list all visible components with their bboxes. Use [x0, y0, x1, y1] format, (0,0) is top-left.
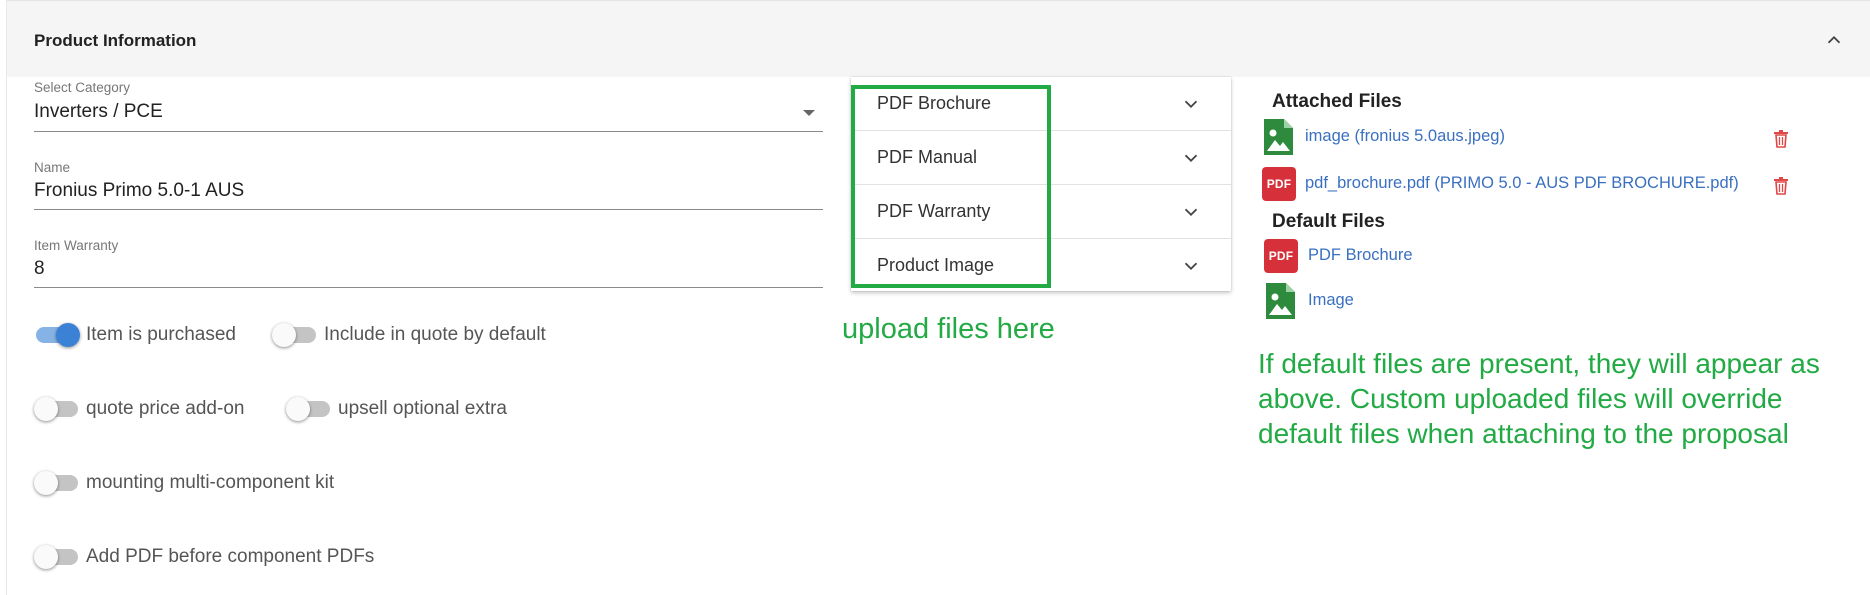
- left-border: [6, 0, 7, 595]
- image-file-icon: [1266, 283, 1295, 319]
- attached-file-link[interactable]: image (fronius 5.0aus.jpeg): [1305, 127, 1505, 146]
- item-warranty-label: Item Warranty: [34, 238, 119, 253]
- chevron-down-icon[interactable]: [1180, 93, 1202, 115]
- image-file-icon: [1264, 119, 1293, 155]
- chevron-down-icon[interactable]: [1180, 201, 1202, 223]
- attached-file-link[interactable]: pdf_brochure.pdf (PRIMO 5.0 - AUS PDF BR…: [1305, 174, 1739, 193]
- accordion-label: Product Image: [877, 255, 995, 275]
- toggle-add-pdf-before-components[interactable]: Add PDF before component PDFs: [34, 542, 404, 572]
- annotation-default-files-note: If default files are present, they will …: [1258, 348, 1820, 449]
- default-file-item[interactable]: Image: [1264, 282, 1564, 320]
- chevron-down-icon[interactable]: [1180, 255, 1202, 277]
- category-label: Select Category: [34, 80, 131, 95]
- section-title: Product Information: [34, 31, 197, 50]
- toggle-knob: [34, 471, 58, 495]
- toggle-upsell-optional-extra[interactable]: upsell optional extra: [286, 394, 546, 424]
- toggle-label: Item is purchased: [86, 324, 236, 345]
- annotation-upload-note: upload files here: [842, 313, 1055, 345]
- accordion-item-pdf-warranty[interactable]: PDF Warranty: [851, 185, 1231, 239]
- attached-file-item[interactable]: image (fronius 5.0aus.jpeg): [1262, 118, 1822, 156]
- attached-file-item[interactable]: PDF pdf_brochure.pdf (PRIMO 5.0 - AUS PD…: [1262, 165, 1822, 203]
- toggle-label: Add PDF before component PDFs: [86, 546, 375, 567]
- name-label: Name: [34, 160, 71, 175]
- delete-icon[interactable]: [1773, 130, 1789, 148]
- accordion-item-pdf-manual[interactable]: PDF Manual: [851, 131, 1231, 185]
- toggle-knob: [34, 545, 58, 569]
- item-warranty-value: 8: [34, 258, 45, 279]
- section-header[interactable]: Product Information: [7, 0, 1870, 77]
- accordion-label: PDF Warranty: [877, 201, 991, 221]
- toggle-label: Include in quote by default: [324, 324, 546, 345]
- upload-accordion: PDF Brochure PDF Manual PDF Warranty Pro…: [851, 77, 1231, 291]
- chevron-up-icon[interactable]: [1823, 29, 1845, 51]
- category-select[interactable]: Select Category Inverters / PCE: [34, 80, 823, 132]
- toggle-knob: [286, 397, 310, 421]
- toggle-knob: [56, 323, 80, 347]
- name-field[interactable]: Name Fronius Primo 5.0-1 AUS: [34, 160, 823, 210]
- default-file-item[interactable]: PDF PDF Brochure: [1264, 237, 1564, 275]
- name-value: Fronius Primo 5.0-1 AUS: [34, 180, 245, 201]
- dropdown-caret-icon[interactable]: [803, 110, 815, 116]
- accordion-item-pdf-brochure[interactable]: PDF Brochure: [851, 77, 1231, 131]
- delete-icon[interactable]: [1773, 177, 1789, 195]
- toggle-quote-price-add-on[interactable]: quote price add-on: [34, 394, 264, 424]
- accordion-label: PDF Manual: [877, 147, 978, 167]
- attached-files-title: Attached Files: [1272, 91, 1402, 112]
- toggle-label: upsell optional extra: [338, 398, 507, 419]
- item-warranty-field[interactable]: Item Warranty 8: [34, 238, 823, 288]
- product-information-page: Product Information Select Category Inve…: [0, 0, 1870, 595]
- toggle-knob: [34, 397, 58, 421]
- pdf-file-icon: PDF: [1262, 167, 1296, 201]
- toggle-item-is-purchased[interactable]: Item is purchased: [34, 320, 254, 350]
- accordion-item-product-image[interactable]: Product Image: [851, 239, 1231, 293]
- toggle-label: mounting multi-component kit: [86, 472, 335, 493]
- toggle-include-in-quote[interactable]: Include in quote by default: [272, 320, 592, 350]
- pdf-file-icon: PDF: [1264, 239, 1298, 273]
- toggle-knob: [272, 323, 296, 347]
- toggle-label: quote price add-on: [86, 398, 245, 419]
- default-files-title: Default Files: [1272, 211, 1385, 232]
- toggle-mounting-multi-component-kit[interactable]: mounting multi-component kit: [34, 468, 374, 498]
- accordion-label: PDF Brochure: [877, 93, 992, 113]
- default-file-link[interactable]: PDF Brochure: [1308, 246, 1413, 265]
- chevron-down-icon[interactable]: [1180, 147, 1202, 169]
- default-file-link[interactable]: Image: [1308, 291, 1354, 310]
- category-value: Inverters / PCE: [34, 101, 163, 122]
